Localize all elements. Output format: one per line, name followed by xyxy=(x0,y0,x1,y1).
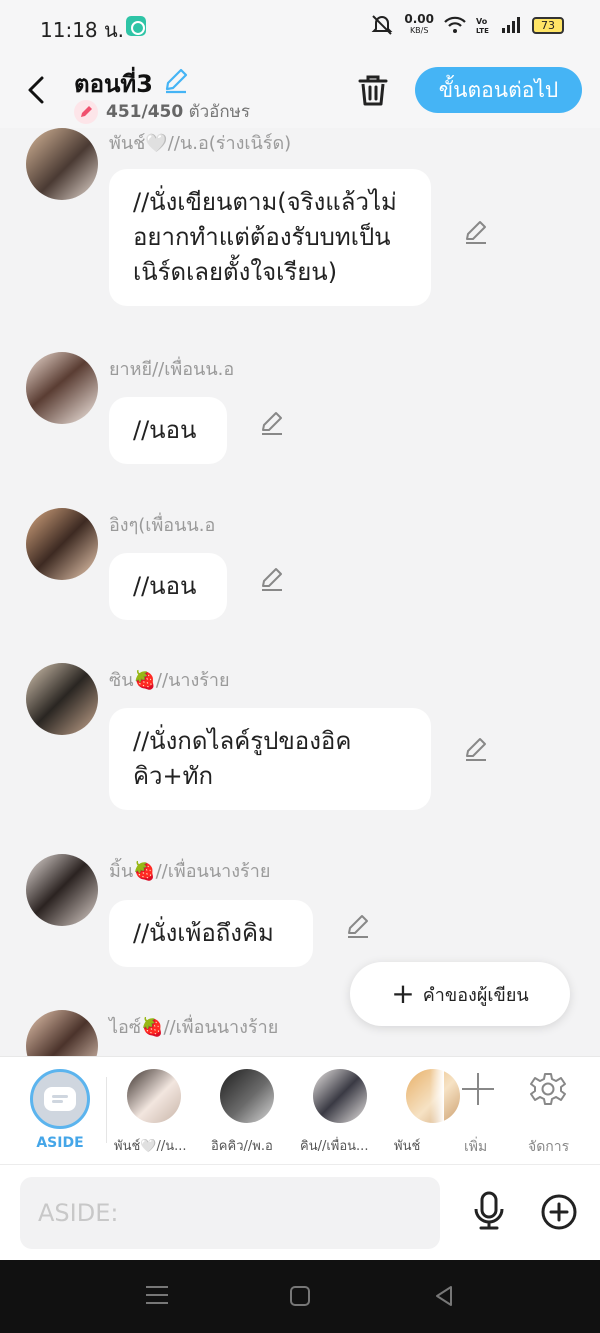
edit-message-icon[interactable] xyxy=(344,912,372,940)
signal-icon xyxy=(502,17,520,33)
character-avatar[interactable] xyxy=(220,1069,274,1123)
divider xyxy=(106,1077,107,1143)
character-avatar[interactable] xyxy=(26,854,98,926)
character-name: พันช์🤍//น.อ(ร่างเนิร์ด) xyxy=(109,133,292,154)
mute-bell-icon xyxy=(371,15,393,35)
author-note-button[interactable]: + คำของผู้เขียน xyxy=(350,962,570,1026)
author-note-label: คำของผู้เขียน xyxy=(422,984,529,1006)
message-bubble[interactable]: //นอน xyxy=(109,553,227,620)
message-input[interactable]: ASIDE: xyxy=(20,1177,440,1249)
character-name: อิงๆ(เพื่อนน.อ xyxy=(109,515,216,536)
character-name: คิน//เพื่อน... xyxy=(300,1139,369,1154)
nav-back-icon[interactable] xyxy=(432,1284,456,1308)
status-time: 11:18 น. xyxy=(40,18,125,42)
system-navigation-bar xyxy=(0,1260,600,1333)
character-avatar[interactable] xyxy=(26,663,98,735)
character-name: ยาหยี//เพื่อนน.อ xyxy=(109,359,235,380)
delete-button[interactable] xyxy=(356,72,390,108)
character-avatar[interactable] xyxy=(127,1069,181,1123)
plus-icon: + xyxy=(391,977,415,1010)
character-avatar[interactable] xyxy=(26,128,98,200)
add-attachment-icon[interactable] xyxy=(540,1193,578,1231)
pencil-icon xyxy=(74,99,98,124)
message-bubble[interactable]: //นั่งเพ้อถึงคิม xyxy=(109,900,313,967)
gear-icon xyxy=(530,1073,566,1105)
status-icons: 0.00 KB/S Vo LTE 73 xyxy=(370,12,564,36)
app-notification-icon xyxy=(126,16,146,36)
edit-message-icon[interactable] xyxy=(462,218,490,246)
chat-area: พันช์🤍//น.อ(ร่างเนิร์ด) //นั่งเขียนตาม(จ… xyxy=(0,128,600,1056)
status-bar: 11:18 น. 0.00 KB/S Vo LTE 73 xyxy=(0,0,600,54)
char-count: 451/450 xyxy=(106,102,184,122)
volte-icon: VoLTE xyxy=(476,17,489,34)
plus-icon xyxy=(462,1073,494,1105)
battery-icon: 73 xyxy=(532,16,564,34)
svg-text:Vo: Vo xyxy=(476,17,488,26)
message-bubble[interactable]: //นั่งเขียนตาม(จริงแล้วไม่อยากทำแต่ต้องร… xyxy=(109,169,431,306)
wifi-icon xyxy=(444,16,466,33)
aside-label: ASIDE xyxy=(36,1135,84,1151)
message-bubble[interactable]: //นอน xyxy=(109,397,227,464)
character-avatar[interactable] xyxy=(313,1069,367,1123)
episode-header: ตอนที่3 451/450 ตัวอักษร ขั้นตอนต่อไป xyxy=(0,54,600,128)
message-bubble[interactable]: //นั่งกดไลค์รูปของอิคคิว+ทัก xyxy=(109,708,431,810)
character-selector: ASIDE พันช์🤍//น... อิคคิว//พ.อ คิน//เพื่… xyxy=(0,1056,600,1164)
add-label: เพิ่ม xyxy=(464,1139,488,1155)
char-counter: 451/450 ตัวอักษร xyxy=(74,98,250,125)
fade-overlay xyxy=(430,1057,444,1164)
aside-selector[interactable] xyxy=(30,1069,90,1129)
character-name: ไอซ์🍓//เพื่อนนางร้าย xyxy=(109,1017,279,1038)
character-name: ซิน🍓//นางร้าย xyxy=(109,670,230,691)
character-avatar[interactable] xyxy=(26,352,98,424)
character-name: พันช์ xyxy=(394,1139,421,1154)
edit-message-icon[interactable] xyxy=(258,565,286,593)
character-name: มิ้น🍓//เพื่อนนางร้าย xyxy=(109,861,271,882)
manage-characters-button[interactable]: จัดการ xyxy=(524,1069,574,1159)
edit-message-icon[interactable] xyxy=(462,735,490,763)
home-icon[interactable] xyxy=(290,1286,310,1306)
back-button[interactable] xyxy=(22,72,52,108)
manage-label: จัดการ xyxy=(528,1139,570,1155)
message-input-bar: ASIDE: xyxy=(0,1164,600,1260)
chat-bubble-icon xyxy=(44,1087,76,1111)
character-avatar[interactable] xyxy=(26,1010,98,1056)
add-character-button[interactable]: เพิ่ม xyxy=(458,1069,498,1159)
character-avatar[interactable] xyxy=(26,508,98,580)
edit-message-icon[interactable] xyxy=(258,409,286,437)
char-unit: ตัวอักษร xyxy=(188,102,251,122)
microphone-icon[interactable] xyxy=(470,1191,508,1231)
character-name: พันช์🤍//น... xyxy=(114,1139,187,1154)
svg-text:LTE: LTE xyxy=(476,27,489,34)
recent-apps-icon[interactable] xyxy=(146,1286,168,1306)
net-speed: 0.00 KB/S xyxy=(404,12,434,35)
character-name: อิคคิว//พ.อ xyxy=(211,1139,273,1154)
edit-title-icon[interactable] xyxy=(162,66,190,94)
next-step-button[interactable]: ขั้นตอนต่อไป xyxy=(415,67,582,113)
